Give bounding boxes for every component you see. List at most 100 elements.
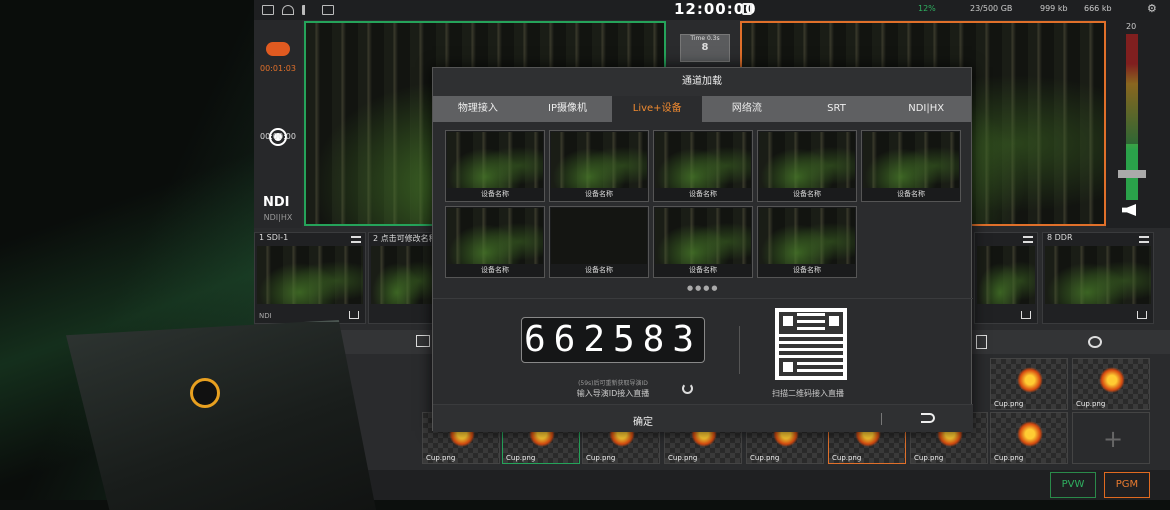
source-tabs: 物理接入 IP摄像机 Live+设备 网络流 SRT NDI|HX	[433, 96, 971, 122]
device-name: 设备名称	[689, 266, 717, 274]
back-icon[interactable]	[921, 413, 935, 423]
device-item[interactable]: 设备名称	[757, 206, 857, 278]
cup-thumbnail	[1099, 367, 1125, 393]
director-id-code: 662583	[521, 317, 705, 363]
menu-icon[interactable]	[1023, 236, 1033, 243]
media-label: Cup.png	[426, 454, 456, 462]
source-tile-7[interactable]	[974, 232, 1038, 324]
cup-thumbnail	[1017, 421, 1043, 447]
tab-ndi-hx[interactable]: NDI|HX	[881, 96, 971, 122]
qr-code	[775, 308, 847, 380]
tab-ip-camera[interactable]: IP摄像机	[523, 96, 613, 122]
source-tile-1[interactable]: 1 SDI-1 NDI	[254, 232, 366, 324]
upload-rate: 999 kb	[1040, 4, 1068, 13]
transition-time-box[interactable]: Time 0.3s 8	[680, 34, 730, 62]
vertical-divider	[739, 326, 740, 374]
qr-finder	[779, 312, 797, 330]
ndi-logo[interactable]: NDI	[263, 195, 290, 210]
device-thumbnail	[447, 208, 543, 264]
device-item[interactable]: 设备名称	[653, 206, 753, 278]
device-grid: 设备名称 设备名称 设备名称 设备名称 设备名称 设备名称 设备名称 设备名称 …	[445, 130, 965, 280]
gear-icon[interactable]: ⚙	[1147, 2, 1157, 15]
lock-icon[interactable]	[742, 3, 752, 15]
device-item[interactable]: 设备名称	[861, 130, 961, 202]
speaker-icon[interactable]	[1122, 204, 1136, 216]
upload-icon[interactable]	[1021, 311, 1031, 319]
device-name: 设备名称	[585, 266, 613, 274]
meter-mask	[1126, 34, 1138, 144]
media-label: Cup.png	[1076, 400, 1106, 408]
device-item[interactable]: 设备名称	[757, 130, 857, 202]
laptop-lid	[66, 320, 376, 510]
media-label: Cup.png	[506, 454, 536, 462]
dialog-title: 通道加载	[433, 68, 971, 96]
stream-time: 00:01:03	[260, 64, 296, 73]
tile-thumbnail	[257, 246, 363, 304]
tab-physical-input[interactable]: 物理接入	[433, 96, 523, 122]
dialog-footer: 确定	[433, 404, 973, 432]
menu-icon[interactable]	[351, 236, 361, 243]
tab-live-device[interactable]: Live+设备	[612, 96, 703, 122]
qr-pattern	[779, 312, 843, 376]
media-cell[interactable]: Cup.png	[990, 358, 1068, 410]
signal-icon	[302, 5, 314, 15]
media-cell[interactable]: Cup.png	[1072, 358, 1150, 410]
device-name: 设备名称	[793, 266, 821, 274]
image-icon[interactable]	[416, 335, 430, 347]
laptop-logo-icon	[190, 378, 220, 408]
cloud-stream-icon[interactable]	[266, 42, 290, 56]
media-cell[interactable]: Cup.png	[990, 412, 1068, 464]
volume-fader[interactable]	[1118, 170, 1146, 178]
tab-network-stream[interactable]: 网络流	[702, 96, 792, 122]
device-thumbnail	[551, 132, 647, 188]
document-icon[interactable]	[976, 335, 987, 349]
media-label: Cup.png	[750, 454, 780, 462]
device-name: 设备名称	[585, 190, 613, 198]
tile-footer: NDI	[259, 312, 272, 320]
qr-finder	[825, 312, 843, 330]
download-rate: 666 kb	[1084, 4, 1112, 13]
tile-label: 8 DDR	[1047, 233, 1073, 242]
pagination-dots[interactable]: ●●●●	[687, 284, 719, 292]
media-label: Cup.png	[994, 454, 1024, 462]
qr-join-hint: 扫描二维码接入直播	[772, 389, 844, 398]
meter-top-value: 20	[1126, 22, 1137, 31]
device-name: 设备名称	[897, 190, 925, 198]
confirm-button[interactable]: 确定	[633, 413, 653, 428]
transition-time-value: 8	[701, 42, 709, 53]
device-thumbnail	[759, 132, 855, 188]
footer-divider	[881, 413, 882, 425]
wifi-icon[interactable]	[282, 5, 294, 15]
pgm-button[interactable]: PGM	[1104, 472, 1150, 498]
tab-srt[interactable]: SRT	[792, 96, 882, 122]
tile-label: 1 SDI-1	[259, 233, 289, 242]
device-name: 设备名称	[689, 190, 717, 198]
transition-time-label: Time 0.3s	[690, 35, 720, 42]
pvw-button[interactable]: PVW	[1050, 472, 1096, 498]
add-media-cell[interactable]: +	[1072, 412, 1150, 464]
storage-usage: 23/500 GB	[970, 4, 1013, 13]
media-label: Cup.png	[914, 454, 944, 462]
device-item[interactable]: 设备名称	[445, 130, 545, 202]
media-label: Cup.png	[994, 400, 1024, 408]
device-item[interactable]: 设备名称	[445, 206, 545, 278]
upload-icon[interactable]	[1137, 311, 1147, 319]
cup-thumbnail	[1017, 367, 1043, 393]
source-tile-8[interactable]: 8 DDR	[1042, 232, 1154, 324]
source-tile-2[interactable]: 2 点击可修改名称	[368, 232, 438, 324]
device-item[interactable]: 设备名称	[653, 130, 753, 202]
device-item[interactable]: 设备名称	[549, 130, 649, 202]
device-item[interactable]: 设备名称	[549, 206, 649, 278]
refresh-icon[interactable]	[682, 383, 693, 394]
device-thumbnail	[655, 208, 751, 264]
person-icon[interactable]	[1088, 336, 1102, 348]
network-icon[interactable]	[322, 5, 334, 15]
record-time: 00:00:00	[260, 132, 296, 141]
device-thumbnail	[447, 132, 543, 188]
menu-icon[interactable]	[1139, 236, 1149, 243]
tile-thumbnail	[977, 246, 1035, 304]
tile-thumbnail	[1045, 246, 1151, 304]
upload-icon[interactable]	[349, 311, 359, 319]
device-thumbnail	[759, 208, 855, 264]
monitor-icon[interactable]	[262, 5, 274, 15]
